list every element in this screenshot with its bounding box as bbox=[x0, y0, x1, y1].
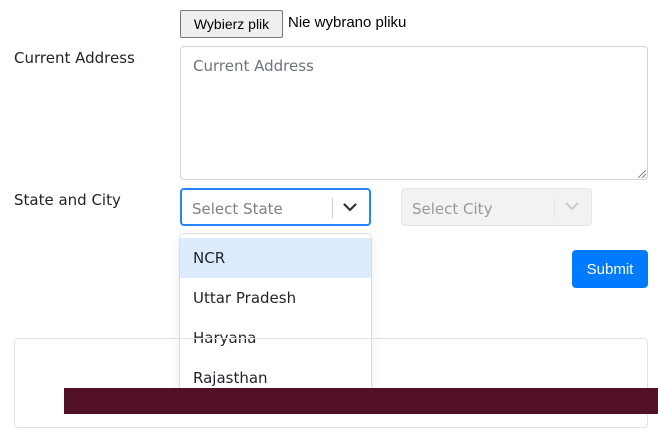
city-select-placeholder: Select City bbox=[412, 200, 493, 218]
state-select-placeholder: Select State bbox=[192, 200, 283, 218]
chevron-down-icon[interactable] bbox=[340, 197, 360, 217]
result-card bbox=[14, 338, 648, 428]
chevron-down-icon[interactable] bbox=[562, 196, 582, 216]
current-address-textarea[interactable]: Current Address bbox=[180, 46, 648, 180]
state-select[interactable]: Select State bbox=[180, 188, 371, 226]
resize-handle-icon[interactable] bbox=[638, 170, 646, 178]
file-status-text: Nie wybrano pliku bbox=[288, 14, 407, 31]
state-city-label: State and City bbox=[14, 191, 121, 209]
footer-banner bbox=[64, 388, 658, 414]
state-option-uttar-pradesh[interactable]: Uttar Pradesh bbox=[180, 278, 371, 318]
state-select-separator bbox=[332, 198, 333, 218]
choose-file-button[interactable]: Wybierz plik bbox=[180, 10, 283, 38]
city-select-separator bbox=[554, 198, 555, 218]
current-address-label: Current Address bbox=[14, 49, 135, 67]
city-select[interactable]: Select City bbox=[401, 188, 592, 226]
current-address-placeholder: Current Address bbox=[193, 57, 314, 75]
submit-button[interactable]: Submit bbox=[572, 250, 648, 288]
state-option-ncr[interactable]: NCR bbox=[180, 238, 371, 278]
